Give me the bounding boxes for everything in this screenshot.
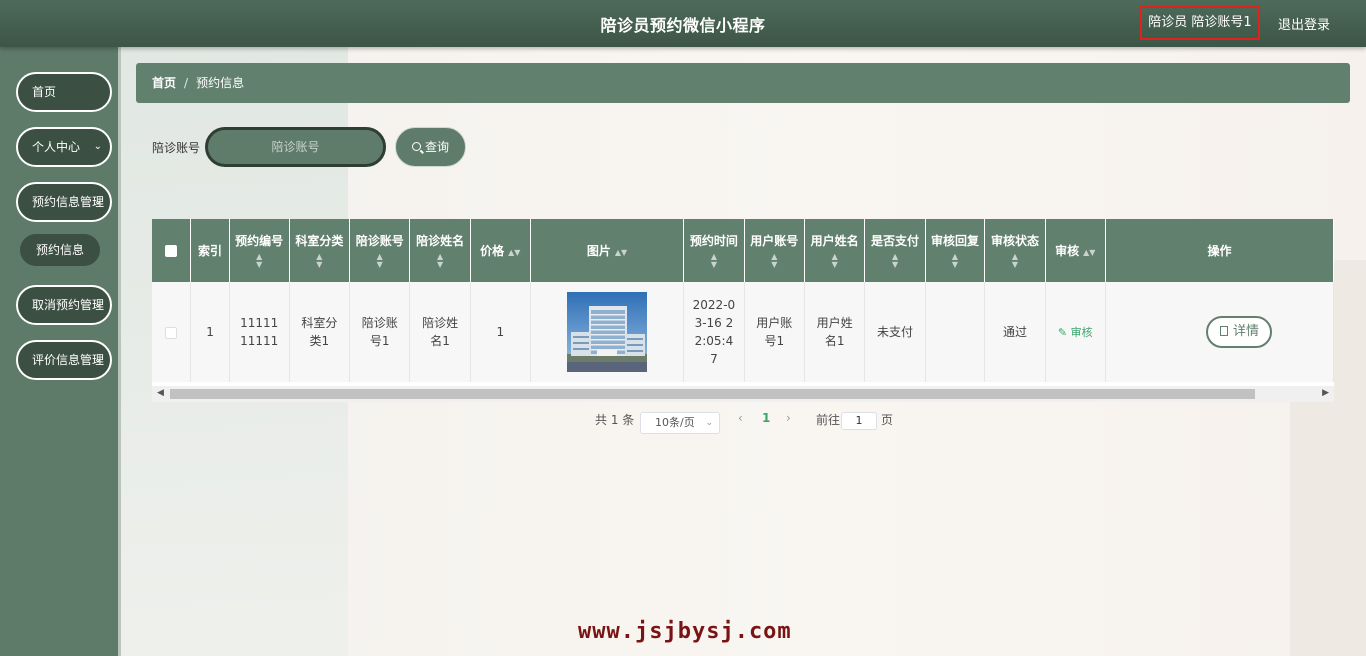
sort-icon[interactable]: ▲▼ [809, 253, 860, 269]
column-header[interactable]: 审核回复 ▲ ▼ [925, 219, 986, 282]
row-checkbox[interactable] [165, 326, 178, 339]
column-header[interactable]: 是否支付 ▲ ▼ [864, 219, 926, 282]
sort-icon[interactable]: ▲▼ [508, 248, 520, 257]
column-header[interactable]: 预约时间 ▲ ▼ [683, 219, 745, 282]
select-all-header [152, 219, 192, 282]
page-number-current[interactable]: 1 [762, 411, 770, 425]
chevron-down-icon: ⌄ [93, 354, 102, 365]
document-icon [1219, 326, 1228, 336]
sort-icon[interactable]: ▲▼ [869, 253, 920, 269]
cell-user-name: 用户姓名1 [804, 282, 866, 382]
column-header[interactable]: 预约编号 ▲ ▼ [229, 219, 290, 282]
sidebar-item-personal-center[interactable]: 个人中心 ⌄ [16, 127, 112, 167]
chevron-down-icon: ⌄ [93, 196, 102, 207]
cell-image [530, 282, 685, 382]
sidebar-subitem-booking-info[interactable]: 预约信息 [20, 234, 100, 266]
sort-icon[interactable]: ▲▼ [930, 253, 981, 269]
column-header[interactable]: 审核状态 ▲ ▼ [984, 219, 1046, 282]
column-header[interactable]: 图片 ▲▼ [530, 219, 685, 282]
sort-icon[interactable]: ▲▼ [414, 253, 465, 269]
cell-paid: 未支付 [864, 282, 926, 382]
goto-page-input[interactable]: 1 [841, 412, 877, 430]
column-header[interactable]: 价格 ▲▼ [470, 219, 531, 282]
top-bar: 陪诊员预约微信小程序 陪诊员 陪诊账号1 退出登录 [0, 0, 1366, 47]
watermark-text: www.jsjbysj.com [578, 619, 792, 644]
sidebar-item-review-management[interactable]: 评价信息管理 ⌄ [16, 340, 112, 380]
next-page-icon[interactable]: › [786, 411, 791, 425]
cell-index: 1 [190, 282, 230, 382]
sort-icon[interactable]: ▲▼ [1083, 248, 1095, 257]
search-label: 陪诊账号 [152, 141, 201, 155]
search-input[interactable] [205, 127, 386, 167]
query-button[interactable]: 查询 [395, 127, 466, 167]
column-header[interactable]: 用户账号 ▲ ▼ [744, 219, 805, 282]
sidebar: 首页 个人中心 ⌄ 预约信息管理 ⌄ 预约信息 取消预约管理 ⌄ 评价信息管理 … [0, 47, 121, 656]
column-header[interactable]: 科室分类 ▲ ▼ [289, 219, 351, 282]
cell-booking-no: 1111111111 [229, 282, 290, 382]
cell-user-account: 用户账号1 [744, 282, 805, 382]
column-header[interactable]: 审核 ▲▼ [1045, 219, 1106, 282]
cell-review-reply [925, 282, 986, 382]
sidebar-item-label: 首页 [32, 85, 57, 99]
scroll-right-icon[interactable]: ▶ [1322, 388, 1329, 398]
sort-icon[interactable]: ▲▼ [688, 253, 739, 269]
column-header: 操作 [1105, 219, 1334, 282]
sidebar-item-booking-management[interactable]: 预约信息管理 ⌄ [16, 182, 112, 222]
horizontal-scrollbar[interactable]: ◀ ▶ [152, 386, 1334, 402]
column-header[interactable]: 陪诊账号 ▲ ▼ [349, 219, 411, 282]
cell-department: 科室分类1 [289, 282, 351, 382]
chevron-down-icon: ⌄ [93, 299, 102, 310]
current-user-label: 陪诊员 陪诊账号1 [1140, 6, 1260, 40]
prev-page-icon[interactable]: ‹ [738, 411, 743, 425]
scrollbar-thumb[interactable] [170, 389, 1255, 399]
data-table: 索引 预约编号 ▲ ▼ 科室分类 ▲ ▼ 陪诊账号 ▲ ▼ 陪诊姓名 ▲ ▼ 价格 ▲▼ 图片 ▲▼… [152, 219, 1334, 402]
select-all-checkbox[interactable] [165, 245, 178, 257]
cell-review-status: 通过 [984, 282, 1046, 382]
breadcrumb-home[interactable]: 首页 [152, 76, 176, 90]
scroll-left-icon[interactable]: ◀ [157, 388, 164, 398]
sidebar-item-home[interactable]: 首页 [16, 72, 112, 112]
edit-icon: ✎ [1057, 325, 1068, 339]
cell-escort-account: 陪诊账号1 [349, 282, 411, 382]
cell-price: 1 [470, 282, 531, 382]
sidebar-item-cancel-management[interactable]: 取消预约管理 ⌄ [16, 285, 112, 325]
column-header: 索引 [190, 219, 230, 282]
cell-operations: 详情 [1105, 282, 1334, 382]
sort-icon[interactable]: ▲▼ [989, 253, 1040, 269]
sort-icon[interactable]: ▲▼ [749, 253, 800, 269]
breadcrumb-separator: / [184, 76, 189, 90]
sort-icon[interactable]: ▲▼ [615, 248, 627, 257]
sort-icon[interactable]: ▲▼ [234, 253, 285, 269]
cell-escort-name: 陪诊姓名1 [409, 282, 471, 382]
page-unit-label: 页 [881, 413, 894, 427]
column-header[interactable]: 用户姓名 ▲ ▼ [804, 219, 866, 282]
review-link[interactable]: ✎ 审核 [1058, 326, 1093, 339]
logout-button[interactable]: 退出登录 [1278, 14, 1330, 33]
table-row: 1 1111111111 科室分类1 陪诊账号1 陪诊姓名1 1 2022-03… [152, 282, 1334, 382]
sidebar-item-label: 预约信息 [35, 243, 84, 257]
query-button-label: 查询 [424, 140, 449, 154]
chevron-down-icon: ⌄ [705, 418, 713, 428]
pagination-total: 共 1 条 [595, 413, 635, 427]
page-size-select[interactable]: 10条/页 ⌄ [640, 412, 720, 434]
column-header[interactable]: 陪诊姓名 ▲ ▼ [409, 219, 471, 282]
row-select-cell [152, 282, 192, 382]
sort-icon[interactable]: ▲▼ [294, 253, 345, 269]
sidebar-item-label: 个人中心 [32, 140, 81, 154]
sort-icon[interactable]: ▲▼ [354, 253, 405, 269]
cell-booking-time: 2022-03-16 22:05:47 [683, 282, 745, 382]
chevron-down-icon: ⌄ [93, 141, 102, 152]
cell-review-action: ✎ 审核 [1045, 282, 1106, 382]
hospital-building-image[interactable] [567, 292, 647, 372]
detail-button[interactable]: 详情 [1206, 316, 1273, 348]
breadcrumb-current: 预约信息 [196, 76, 245, 90]
search-icon [411, 142, 421, 151]
table-header-row: 索引 预约编号 ▲ ▼ 科室分类 ▲ ▼ 陪诊账号 ▲ ▼ 陪诊姓名 ▲ ▼ 价格 ▲▼ 图片 ▲▼… [152, 219, 1334, 282]
goto-label: 前往 [816, 413, 841, 427]
breadcrumb: 首页 / 预约信息 [136, 63, 1350, 103]
